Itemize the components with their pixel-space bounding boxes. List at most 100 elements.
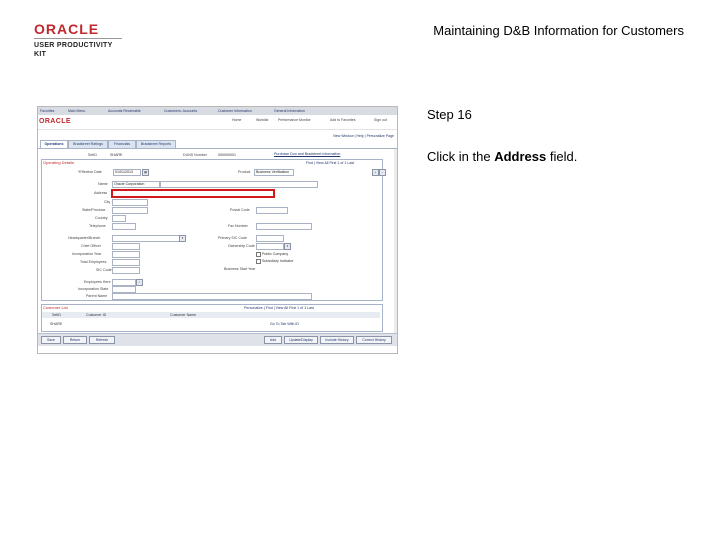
sic-code-field[interactable]: [112, 267, 140, 274]
save-button[interactable]: Save: [41, 336, 61, 344]
breadcrumb-accounts-receivable[interactable]: Accounts Receivable: [108, 109, 141, 113]
tab-bradstreet-reports[interactable]: Bradstreet Reports: [136, 140, 176, 148]
correct-history-button[interactable]: Correct History: [356, 336, 392, 344]
primary-sic-field[interactable]: [256, 235, 284, 242]
ownership-dropdown-icon[interactable]: ▾: [284, 243, 291, 250]
address-field[interactable]: [111, 189, 275, 198]
logo-oracle-text: ORACLE: [34, 21, 100, 37]
fax-label: Fax Number: [228, 224, 248, 228]
nav-performance-monitor[interactable]: Performance Monitor: [278, 118, 311, 122]
headquarter-dropdown-icon[interactable]: ▾: [179, 235, 186, 242]
calendar-icon[interactable]: ▦: [142, 169, 149, 176]
product-label: Product: [238, 170, 251, 174]
customer-list-box: [41, 304, 383, 332]
telephone-field[interactable]: [112, 223, 136, 230]
setid-value: SHARE: [110, 153, 123, 157]
brand-logo: ORACLE: [39, 118, 71, 125]
effective-date-field[interactable]: 01/01/2013: [113, 169, 141, 176]
headquarter-select[interactable]: [112, 235, 184, 242]
incorporation-year-field[interactable]: [112, 251, 140, 258]
subsidiary-label: Subsidiary Indicator: [262, 259, 294, 263]
sic-code-label: SIC Code: [96, 268, 112, 272]
address-label: Address: [94, 191, 108, 195]
city-field[interactable]: [112, 199, 148, 206]
application-screenshot: Favorites Main Menu Accounts Receivable …: [37, 106, 398, 354]
name-value: Oracle Corporation: [114, 182, 145, 186]
effective-date-label: *Effective Date: [78, 170, 102, 174]
tab-operations[interactable]: Operations: [40, 140, 68, 148]
fax-field[interactable]: [256, 223, 312, 230]
parent-name-field[interactable]: [112, 293, 312, 300]
breadcrumb-main-menu[interactable]: Main Menu: [68, 109, 85, 113]
nav-sign-out[interactable]: Sign out: [374, 118, 387, 122]
customer-list-header: Customer List: [43, 305, 68, 310]
operating-details-header: Operating Details: [43, 160, 74, 165]
instruction-prefix: Click in the: [427, 149, 495, 164]
tab-bradstreet-ratings[interactable]: Bradstreet Ratings: [68, 140, 108, 148]
tab-financials[interactable]: Financials: [108, 140, 136, 148]
document-title: Maintaining D&B Information for Customer…: [433, 23, 684, 38]
name-ext-field[interactable]: [160, 181, 318, 188]
step-instruction: Click in the Address field.: [427, 149, 577, 164]
tab-underline: [38, 148, 397, 149]
duns-value: 000000001: [218, 153, 236, 157]
postal-code-field[interactable]: [256, 207, 288, 214]
subsidiary-checkbox[interactable]: [256, 259, 261, 264]
refresh-button[interactable]: Refresh: [89, 336, 115, 344]
ownership-code-select[interactable]: [256, 243, 284, 250]
instruction-suffix: field.: [546, 149, 578, 164]
nav-home[interactable]: Home: [232, 118, 241, 122]
incorporation-year-label: Incorporation Year: [72, 252, 102, 256]
employees-lookup-icon[interactable]: ⌕: [136, 279, 143, 286]
return-button[interactable]: Return: [63, 336, 87, 344]
logo-divider: [34, 38, 122, 39]
incorporation-state-label: Incorporation State: [78, 287, 109, 291]
effective-date-value: 01/01/2013: [115, 170, 133, 174]
logo-subtitle: USER PRODUCTIVITY KIT: [34, 42, 113, 58]
vertical-scrollbar[interactable]: [394, 149, 397, 333]
grid-row-link[interactable]: Go To Tab With ID: [270, 322, 299, 326]
chief-officer-label: Chief Officer: [81, 244, 101, 248]
nav-add-favorites[interactable]: Add to Favorites: [330, 118, 355, 122]
nav-worklist[interactable]: Worklist: [256, 118, 268, 122]
state-field[interactable]: [112, 207, 148, 214]
total-employees-label: Total Employees: [80, 260, 107, 264]
total-employees-field[interactable]: [112, 259, 140, 266]
include-history-button[interactable]: Include History: [320, 336, 354, 344]
duns-label: DUNS Number: [183, 153, 207, 157]
headquarter-label: Headquarter/Branch: [68, 236, 101, 240]
ownership-code-label: Ownership Code: [228, 244, 255, 248]
public-company-label: Public Company: [262, 252, 289, 256]
primary-sic-label: Primary SIC Code: [218, 236, 247, 240]
setid-label: SetID: [88, 153, 97, 157]
employees-here-label: Employees Here: [84, 280, 111, 284]
name-label: Name: [98, 182, 108, 186]
chief-officer-field[interactable]: [112, 243, 140, 250]
purchase-dnb-link[interactable]: Purchase Dun and Bradstreet Information: [274, 152, 340, 156]
page-links[interactable]: New Window | Help | Personalize Page: [333, 134, 394, 138]
breadcrumb-customer-accounts[interactable]: Customers: Accounts: [164, 109, 197, 113]
incorporation-state-field[interactable]: [112, 286, 136, 293]
country-field[interactable]: [112, 215, 126, 222]
breadcrumb-customer-information[interactable]: Customer Information: [218, 109, 252, 113]
employees-here-field[interactable]: [112, 279, 136, 286]
breadcrumb-general-information[interactable]: General Information: [274, 109, 305, 113]
delete-row-button[interactable]: −: [379, 169, 386, 176]
add-row-button[interactable]: +: [372, 169, 379, 176]
breadcrumb-favorites[interactable]: Favorites: [40, 109, 54, 113]
customer-list-nav[interactable]: Personalize | Find | View All First 1 of…: [244, 306, 314, 310]
grid-row-setid: SHARE: [50, 322, 63, 326]
country-label: Country: [95, 216, 108, 220]
name-field[interactable]: Oracle Corporation: [112, 181, 160, 188]
add-button[interactable]: Add: [264, 336, 282, 344]
step-label: Step 16: [427, 107, 472, 122]
grid-col-customer-id: Customer ID: [86, 313, 107, 317]
business-start-label: Business Start Year: [224, 267, 256, 271]
telephone-label: Telephone: [89, 224, 106, 228]
update-display-button[interactable]: Update/Display: [284, 336, 318, 344]
public-company-checkbox[interactable]: [256, 252, 261, 257]
product-value: Business Verification: [256, 170, 290, 174]
operating-details-nav[interactable]: Find | View All First 1 of 1 Last: [306, 161, 354, 165]
product-select[interactable]: Business Verification: [254, 169, 294, 176]
grid-col-customer-name: Customer Name: [170, 313, 197, 317]
